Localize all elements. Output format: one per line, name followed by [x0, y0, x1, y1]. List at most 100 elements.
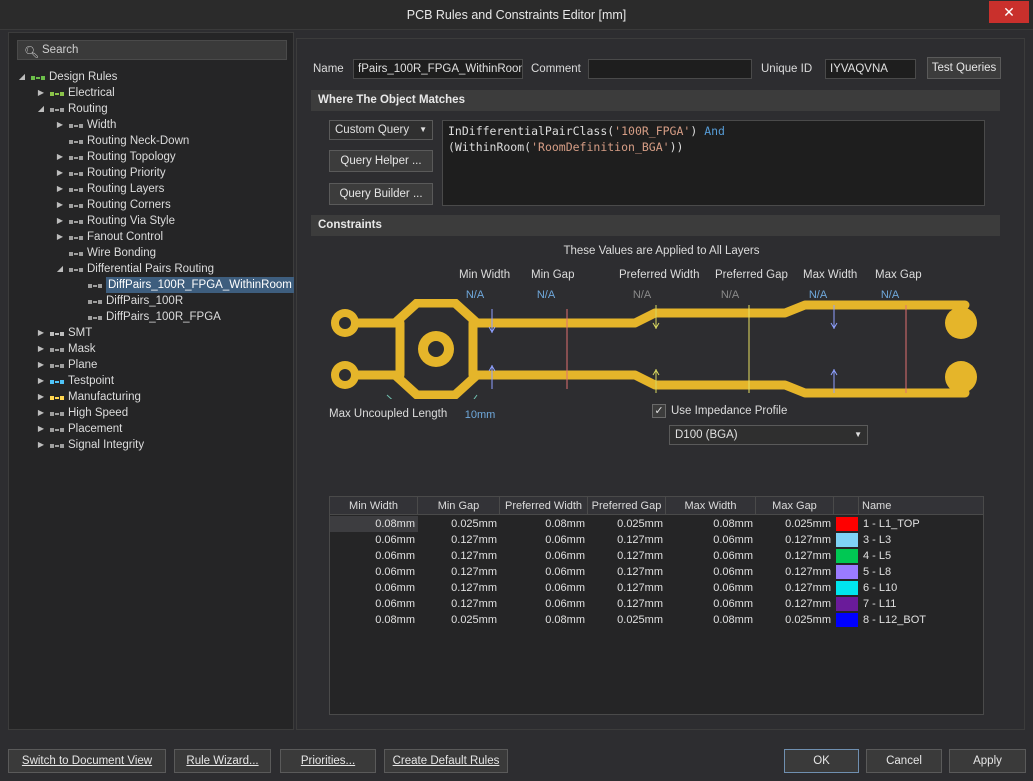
expand-arrow-icon[interactable]: ▶ — [36, 85, 46, 101]
tree-item[interactable]: ▶ Routing Corners — [9, 197, 295, 213]
unique-id-field[interactable]: IYVAQVNA — [825, 59, 916, 79]
table-cell-min-width[interactable]: 0.06mm — [330, 548, 418, 564]
tree-item[interactable]: ▶ Routing Priority — [9, 165, 295, 181]
tree-item[interactable]: ◢ Routing — [9, 101, 295, 117]
tree-item[interactable]: ▶ Fanout Control — [9, 229, 295, 245]
tree-item[interactable]: ◢ Differential Pairs Routing — [9, 261, 295, 277]
expand-arrow-icon[interactable]: ▶ — [55, 229, 65, 245]
tree-item[interactable]: Routing Neck-Down — [9, 133, 295, 149]
tree-item[interactable]: ◢ Design Rules — [9, 69, 295, 85]
tree-item[interactable]: ▶ High Speed — [9, 405, 295, 421]
impedance-profile-dropdown[interactable]: D100 (BGA) ▼ — [669, 425, 868, 445]
table-cell-min-width[interactable]: 0.06mm — [330, 564, 418, 580]
table-cell-pref-width[interactable]: 0.06mm — [500, 596, 588, 612]
table-cell-min-gap[interactable]: 0.025mm — [418, 516, 500, 532]
tree-item[interactable]: DiffPairs_100R_FPGA — [9, 309, 295, 325]
table-cell-pref-gap[interactable]: 0.127mm — [588, 580, 666, 596]
tree-item[interactable]: ▶ SMT — [9, 325, 295, 341]
table-cell-pref-gap[interactable]: 0.127mm — [588, 548, 666, 564]
table-row[interactable]: 0.08mm 0.025mm 0.08mm 0.025mm 0.08mm 0.025mm 8… — [330, 612, 983, 628]
collapse-arrow-icon[interactable]: ◢ — [17, 69, 27, 85]
table-cell-min-width[interactable]: 0.06mm — [330, 532, 418, 548]
create-default-rules-button[interactable]: Create Default Rules — [384, 749, 508, 773]
table-cell-max-width[interactable]: 0.06mm — [666, 580, 756, 596]
table-cell-min-gap[interactable]: 0.025mm — [418, 612, 500, 628]
table-cell-min-width[interactable]: 0.08mm — [330, 516, 418, 532]
expand-arrow-icon[interactable]: ▶ — [36, 341, 46, 357]
tree-item[interactable]: ▶ Electrical — [9, 85, 295, 101]
table-cell-min-gap[interactable]: 0.127mm — [418, 532, 500, 548]
table-cell-max-width[interactable]: 0.08mm — [666, 516, 756, 532]
tree-item[interactable]: ▶ Width — [9, 117, 295, 133]
switch-to-document-view-button[interactable]: Switch to Document View — [8, 749, 166, 773]
max-uncoupled-length-value[interactable]: 10mm — [460, 409, 500, 421]
tree-item[interactable]: ▶ Routing Topology — [9, 149, 295, 165]
column-header[interactable]: Max Gap — [756, 497, 834, 515]
table-cell-pref-gap[interactable]: 0.127mm — [588, 532, 666, 548]
column-header[interactable] — [834, 497, 859, 515]
table-cell-max-gap[interactable]: 0.127mm — [756, 596, 834, 612]
expand-arrow-icon[interactable]: ▶ — [36, 357, 46, 373]
expand-arrow-icon[interactable]: ▶ — [36, 389, 46, 405]
table-cell-min-gap[interactable]: 0.127mm — [418, 596, 500, 612]
table-cell-max-width[interactable]: 0.08mm — [666, 612, 756, 628]
table-cell-pref-width[interactable]: 0.06mm — [500, 580, 588, 596]
use-impedance-checkbox[interactable]: ✓ — [652, 404, 666, 418]
expand-arrow-icon[interactable]: ▶ — [55, 181, 65, 197]
table-cell-min-gap[interactable]: 0.127mm — [418, 580, 500, 596]
table-cell-pref-width[interactable]: 0.06mm — [500, 564, 588, 580]
column-header[interactable]: Preferred Width — [500, 497, 588, 515]
table-cell-max-width[interactable]: 0.06mm — [666, 564, 756, 580]
tree-item[interactable]: Wire Bonding — [9, 245, 295, 261]
expand-arrow-icon[interactable]: ▶ — [36, 437, 46, 453]
table-cell-pref-width[interactable]: 0.06mm — [500, 532, 588, 548]
table-cell-max-gap[interactable]: 0.127mm — [756, 548, 834, 564]
column-header[interactable]: Preferred Gap — [588, 497, 666, 515]
expand-arrow-icon[interactable]: ▶ — [55, 213, 65, 229]
table-cell-max-gap[interactable]: 0.025mm — [756, 612, 834, 628]
table-cell-pref-gap[interactable]: 0.025mm — [588, 516, 666, 532]
expand-arrow-icon[interactable]: ▶ — [36, 405, 46, 421]
query-type-dropdown[interactable]: Custom Query ▼ — [329, 120, 433, 140]
table-cell-max-width[interactable]: 0.06mm — [666, 596, 756, 612]
table-cell-max-gap[interactable]: 0.127mm — [756, 580, 834, 596]
column-header[interactable]: Name — [859, 497, 983, 515]
tree-item[interactable]: ▶ Signal Integrity — [9, 437, 295, 453]
table-cell-min-gap[interactable]: 0.127mm — [418, 564, 500, 580]
table-cell-max-gap[interactable]: 0.127mm — [756, 532, 834, 548]
table-cell-min-width[interactable]: 0.06mm — [330, 580, 418, 596]
table-row[interactable]: 0.06mm 0.127mm 0.06mm 0.127mm 0.06mm 0.127mm 3… — [330, 532, 983, 548]
table-row[interactable]: 0.06mm 0.127mm 0.06mm 0.127mm 0.06mm 0.127mm 6… — [330, 580, 983, 596]
tree-item[interactable]: ▶ Manufacturing — [9, 389, 295, 405]
comment-field[interactable] — [588, 59, 752, 79]
table-cell-max-width[interactable]: 0.06mm — [666, 532, 756, 548]
table-cell-pref-width[interactable]: 0.08mm — [500, 516, 588, 532]
table-row[interactable]: 0.06mm 0.127mm 0.06mm 0.127mm 0.06mm 0.127mm 5… — [330, 564, 983, 580]
table-cell-max-width[interactable]: 0.06mm — [666, 548, 756, 564]
expand-arrow-icon[interactable]: ▶ — [36, 373, 46, 389]
table-cell-min-width[interactable]: 0.06mm — [330, 596, 418, 612]
table-cell-pref-width[interactable]: 0.06mm — [500, 548, 588, 564]
tree-item[interactable]: DiffPairs_100R — [9, 293, 295, 309]
cancel-button[interactable]: Cancel — [866, 749, 942, 773]
column-header[interactable]: Min Width — [330, 497, 418, 515]
test-queries-button[interactable]: Test Queries — [927, 57, 1001, 79]
collapse-arrow-icon[interactable]: ◢ — [36, 101, 46, 117]
name-field[interactable]: fPairs_100R_FPGA_WithinRoom — [353, 59, 523, 79]
table-cell-pref-width[interactable]: 0.08mm — [500, 612, 588, 628]
table-cell-pref-gap[interactable]: 0.025mm — [588, 612, 666, 628]
table-row[interactable]: 0.06mm 0.127mm 0.06mm 0.127mm 0.06mm 0.127mm 7… — [330, 596, 983, 612]
collapse-arrow-icon[interactable]: ◢ — [55, 261, 65, 277]
expand-arrow-icon[interactable]: ▶ — [55, 149, 65, 165]
query-editor[interactable]: InDifferentialPairClass('100R_FPGA') And… — [442, 120, 985, 206]
table-cell-pref-gap[interactable]: 0.127mm — [588, 596, 666, 612]
tree-item[interactable]: ▶ Mask — [9, 341, 295, 357]
ok-button[interactable]: OK — [784, 749, 859, 773]
priorities-button[interactable]: Priorities... — [280, 749, 376, 773]
tree-item[interactable]: ▶ Routing Via Style — [9, 213, 295, 229]
table-cell-max-gap[interactable]: 0.025mm — [756, 516, 834, 532]
rule-wizard-button[interactable]: Rule Wizard... — [174, 749, 271, 773]
column-header[interactable]: Max Width — [666, 497, 756, 515]
table-cell-pref-gap[interactable]: 0.127mm — [588, 564, 666, 580]
expand-arrow-icon[interactable]: ▶ — [55, 165, 65, 181]
